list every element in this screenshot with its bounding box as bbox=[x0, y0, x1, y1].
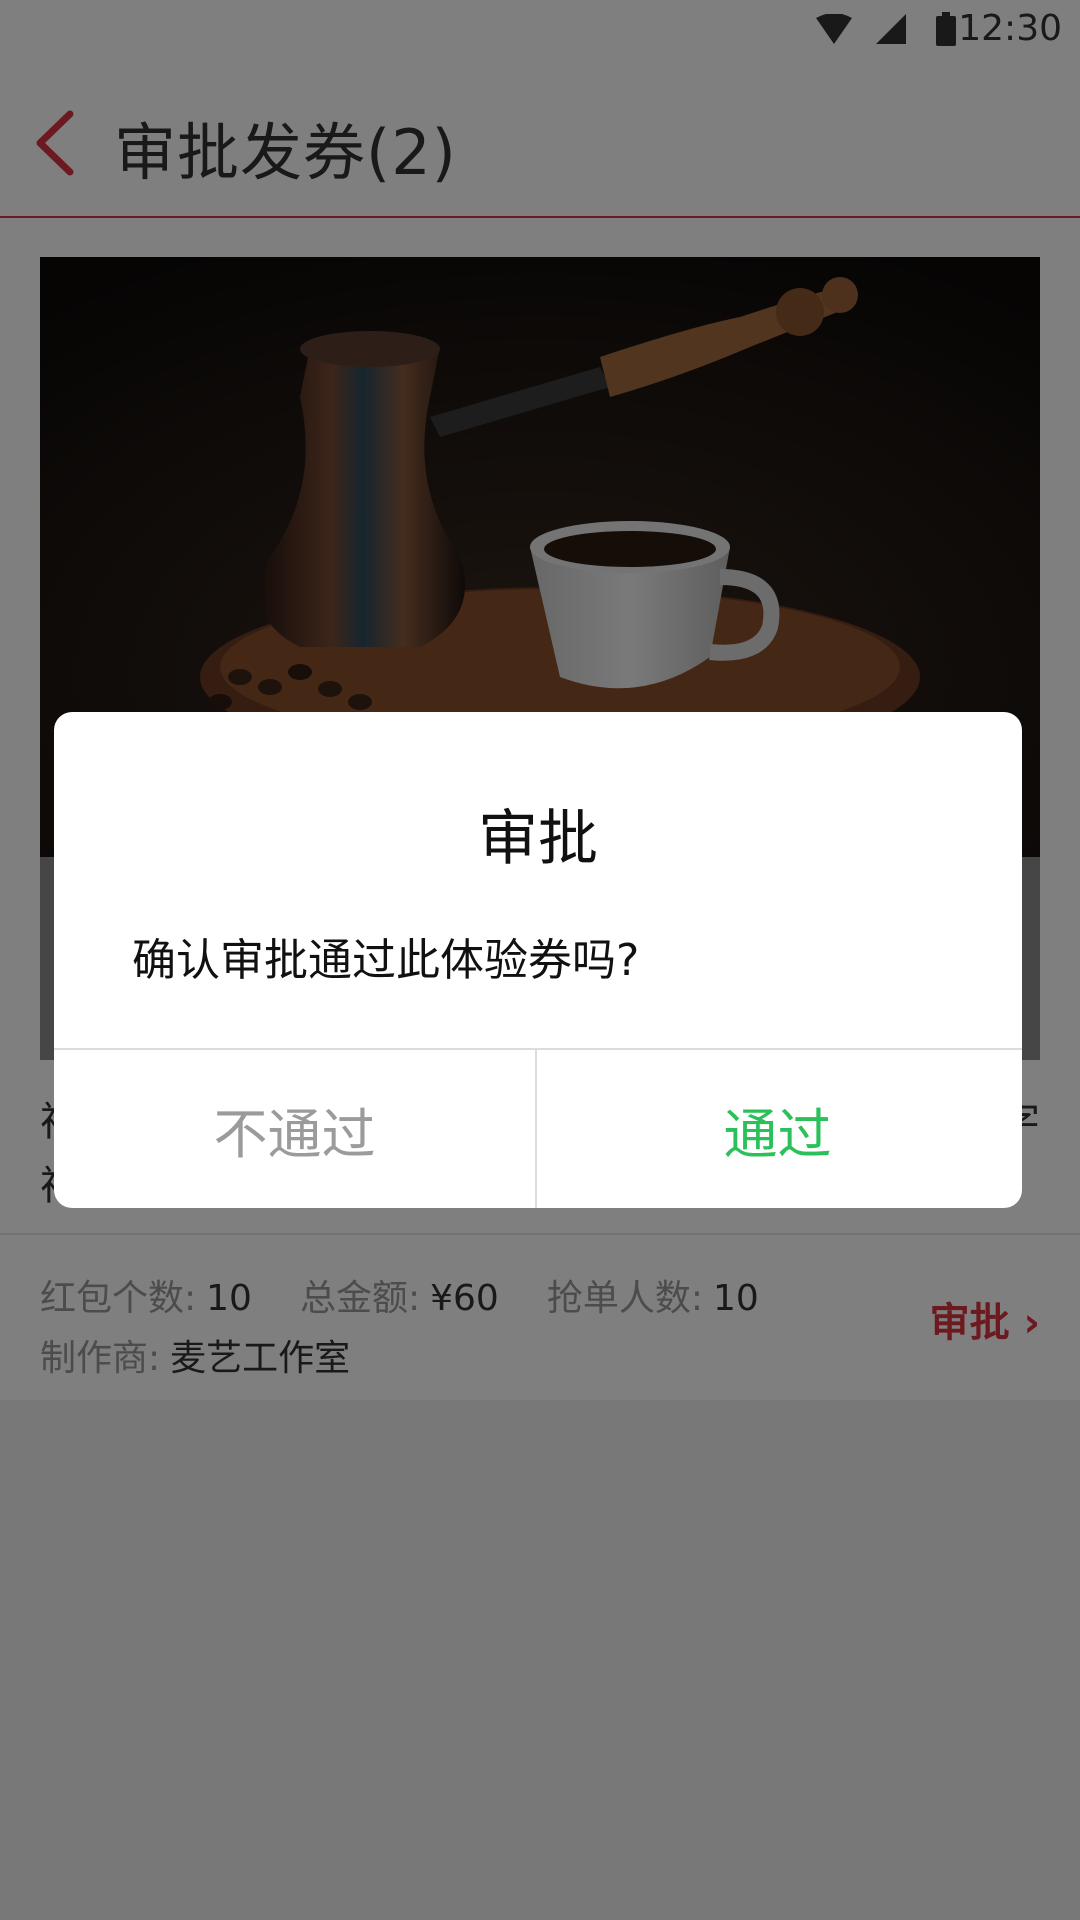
reject-button[interactable]: 不通过 bbox=[54, 1050, 535, 1208]
approve-dialog: 审批 确认审批通过此体验券吗? 不通过 通过 bbox=[54, 712, 1022, 1208]
pass-button[interactable]: 通过 bbox=[537, 1050, 1018, 1208]
dialog-message: 确认审批通过此体验券吗? bbox=[132, 935, 640, 986]
dialog-title: 审批 bbox=[478, 804, 598, 874]
